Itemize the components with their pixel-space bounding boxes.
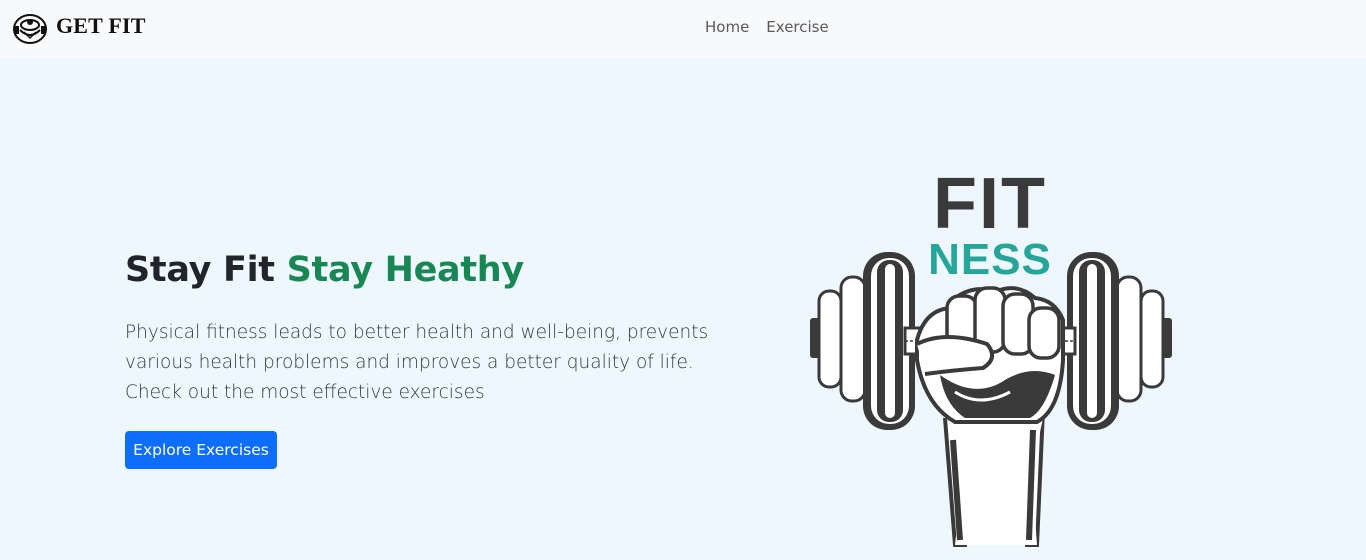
barbell-body-icon — [13, 14, 47, 44]
headline-plain: Stay Fit — [125, 250, 275, 290]
top-navbar: GET FIT Home Exercise — [0, 0, 1366, 58]
hero-description: Physical fitness leads to better health … — [125, 322, 709, 403]
headline-accent: Stay Heathy — [286, 250, 525, 290]
nav-link-home[interactable]: Home — [705, 17, 749, 37]
left-plates — [810, 252, 915, 430]
fitness-word-bottom: NESS — [928, 235, 1052, 284]
fitness-word-top: FIT — [933, 164, 1047, 244]
nav-link-exercise[interactable]: Exercise — [766, 17, 828, 37]
hero-headline: Stay Fit Stay Heathy — [125, 248, 524, 292]
brand-logo-link[interactable]: GET FIT — [12, 10, 146, 46]
explore-exercises-button[interactable]: Explore Exercises — [125, 431, 277, 469]
right-plates — [1067, 252, 1172, 430]
fist-dumbbell-icon: FIT NESS — [810, 164, 1172, 547]
nav-links: Home Exercise — [705, 17, 829, 37]
brand-name: GET FIT — [56, 13, 146, 38]
